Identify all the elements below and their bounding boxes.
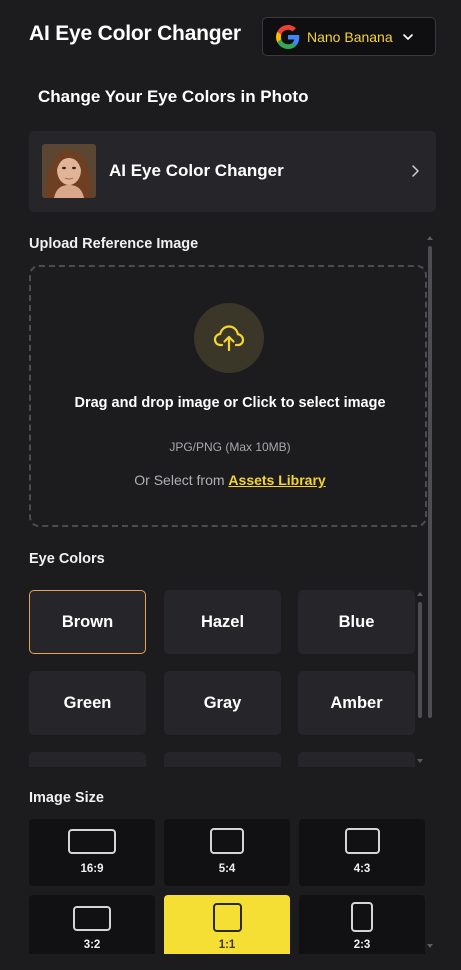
tool-name: AI Eye Color Changer — [109, 161, 284, 180]
upload-dropzone[interactable]: Drag and drop image or Click to select i… — [29, 265, 427, 527]
header: AI Eye Color Changer Nano Banana — [0, 0, 461, 72]
eye-color-option[interactable]: Green — [29, 671, 146, 735]
size-option-4-3[interactable]: 4:3 — [299, 819, 425, 886]
upload-cloud-button[interactable] — [194, 303, 264, 373]
panel-scroll-up-icon[interactable] — [427, 236, 433, 240]
eye-color-option-partial[interactable] — [29, 752, 146, 767]
eye-color-option[interactable]: Amber — [298, 671, 415, 735]
google-g-icon — [276, 24, 300, 49]
image-size-label: Image Size — [29, 790, 104, 806]
size-option-3-2[interactable]: 3:2 — [29, 895, 155, 954]
tool-card[interactable]: AI Eye Color Changer — [29, 131, 436, 212]
aspect-16-9-icon — [68, 829, 116, 854]
app-title: AI Eye Color Changer — [29, 22, 241, 45]
eye-color-grid: Brown Hazel Blue Green Gray Amber — [29, 590, 417, 767]
aspect-3-2-icon — [73, 906, 111, 931]
chevron-right-icon — [412, 165, 419, 177]
aspect-4-3-icon — [345, 828, 380, 854]
upload-file-hint: JPG/PNG (Max 10MB) — [169, 440, 291, 454]
size-option-16-9[interactable]: 16:9 — [29, 819, 155, 886]
model-select-value: Nano Banana — [307, 28, 393, 45]
panel-scrollbar[interactable] — [428, 246, 432, 718]
eye-colors-label: Eye Colors — [29, 551, 105, 567]
eye-colors-scrollbar[interactable] — [418, 602, 422, 718]
assets-line: Or Select from Assets Library — [31, 472, 429, 488]
eye-color-option[interactable]: Blue — [298, 590, 415, 654]
size-option-1-1[interactable]: 1:1 — [164, 895, 290, 954]
eye-colors-scroll-down-icon[interactable] — [417, 759, 423, 763]
eye-color-option[interactable]: Gray — [164, 671, 281, 735]
size-option-2-3[interactable]: 2:3 — [299, 895, 425, 954]
eye-color-option[interactable]: Brown — [29, 590, 146, 654]
model-select[interactable]: Nano Banana — [262, 17, 436, 56]
page-subtitle: Change Your Eye Colors in Photo — [38, 87, 309, 106]
upload-instructions: Drag and drop image or Click to select i… — [74, 395, 386, 411]
aspect-1-1-icon — [213, 903, 242, 932]
image-size-grid: 16:9 5:4 4:3 3:2 1:1 2:3 — [29, 819, 427, 954]
aspect-2-3-icon — [351, 902, 373, 932]
eye-color-option-partial[interactable] — [298, 752, 415, 767]
assets-library-link[interactable]: Assets Library — [228, 472, 325, 488]
chevron-down-icon — [402, 33, 413, 40]
eye-colors-scroll-up-icon[interactable] — [417, 592, 423, 596]
portrait-image — [42, 144, 96, 198]
aspect-5-4-icon — [210, 828, 244, 854]
eye-color-option-partial[interactable] — [164, 752, 281, 767]
eye-color-option[interactable]: Hazel — [164, 590, 281, 654]
assets-prefix: Or Select from — [134, 472, 225, 488]
upload-section-label: Upload Reference Image — [29, 236, 199, 252]
tool-thumbnail — [42, 144, 96, 198]
cloud-upload-icon — [213, 325, 245, 352]
panel-scroll-down-icon[interactable] — [427, 944, 433, 948]
size-option-5-4[interactable]: 5:4 — [164, 819, 290, 886]
